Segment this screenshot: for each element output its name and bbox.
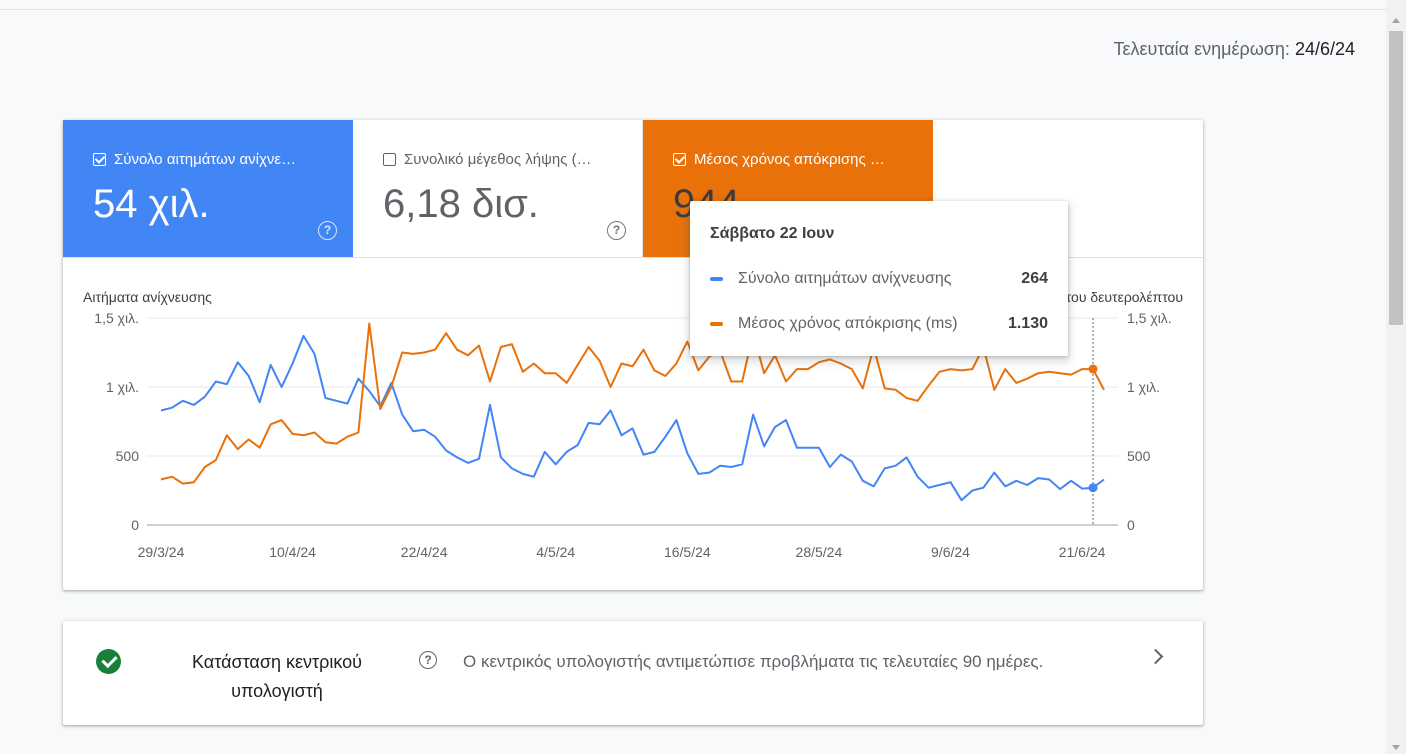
x-tick-label: 22/4/24 [401, 544, 448, 560]
help-icon[interactable]: ? [419, 651, 437, 669]
tooltip-date: Σάββατο 22 Ιουν [710, 225, 835, 242]
host-status-title: Κατάσταση κεντρικού υπολογιστή [192, 652, 362, 701]
series-swatch-blue [710, 276, 723, 281]
right-tick-label: 0 [1127, 517, 1135, 533]
tooltip-row-requests: Σύνολο αιτημάτων ανίχνευσης 264 [710, 270, 1048, 288]
scroll-down-arrow-icon[interactable] [1392, 745, 1400, 750]
tooltip-row-label: Μέσος χρόνος απόκρισης (ms) [738, 315, 958, 332]
tooltip-row-label: Σύνολο αιτημάτων ανίχνευσης [738, 270, 952, 287]
left-tick-label: 500 [116, 448, 140, 464]
page-scrollbar[interactable] [1386, 0, 1406, 754]
series-swatch-orange [710, 321, 723, 326]
left-tick-label: 0 [131, 517, 139, 533]
marker-response-time [1088, 364, 1098, 374]
right-tick-label: 1,5 χιλ. [1127, 310, 1172, 326]
left-axis-title: Αιτήματα ανίχνευσης [83, 289, 212, 305]
tooltip-row-value: 1.130 [1007, 315, 1048, 332]
left-tick-label: 1 χιλ. [106, 379, 139, 395]
marker-crawl-requests [1088, 483, 1098, 493]
x-tick-label: 29/3/24 [138, 544, 185, 560]
right-tick-label: 1 χιλ. [1127, 379, 1160, 395]
chart-tooltip: Σάββατο 22 Ιουν Σύνολο αιτημάτων ανίχνευ… [690, 201, 1068, 356]
x-tick-label: 16/5/24 [664, 544, 711, 560]
check-circle-icon [96, 649, 121, 674]
x-tick-label: 10/4/24 [269, 544, 316, 560]
tooltip-row-value: 264 [1021, 270, 1048, 287]
host-status-card[interactable]: Κατάσταση κεντρικού υπολογιστή ? Ο κεντρ… [63, 621, 1203, 725]
left-axis-ticks: 1,5 χιλ. 1 χιλ. 500 0 [94, 310, 139, 533]
scroll-up-arrow-icon[interactable] [1392, 18, 1400, 23]
right-axis-ticks: 1,5 χιλ. 1 χιλ. 500 0 [1127, 310, 1172, 533]
series-line-crawl-requests [160, 334, 1105, 502]
host-status-description: Ο κεντρικός υπολογιστής αντιμετώπισε προ… [463, 652, 1044, 671]
chevron-right-icon[interactable] [1147, 648, 1164, 665]
left-tick-label: 1,5 χιλ. [94, 310, 139, 326]
x-tick-label: 28/5/24 [796, 544, 843, 560]
tooltip-row-response-time: Μέσος χρόνος απόκρισης (ms) 1.130 [710, 315, 1048, 333]
x-tick-label: 9/6/24 [931, 544, 970, 560]
x-tick-label: 4/5/24 [536, 544, 575, 560]
scrollbar-thumb[interactable] [1389, 31, 1403, 325]
x-axis-ticks: 29/3/24 10/4/24 22/4/24 4/5/24 16/5/24 28/5/2… [138, 544, 1106, 560]
x-tick-label: 21/6/24 [1059, 544, 1106, 560]
right-tick-label: 500 [1127, 448, 1151, 464]
